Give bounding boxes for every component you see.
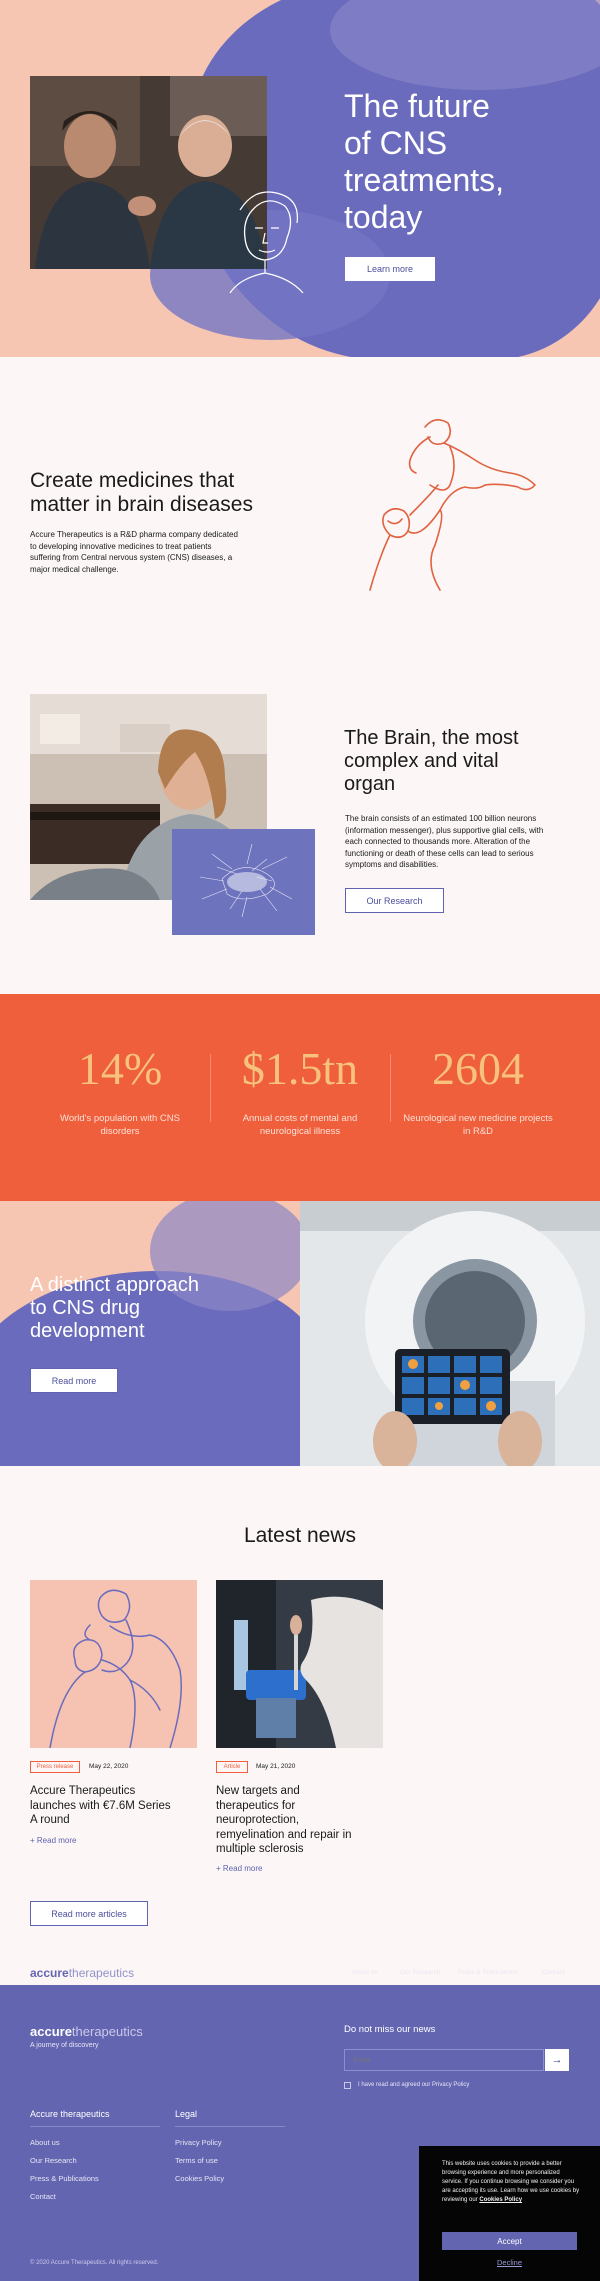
- footer-link-contact[interactable]: Contact: [30, 2192, 56, 2201]
- news-read-more-link[interactable]: + Read more: [216, 1864, 262, 1873]
- footer-divider: [30, 2126, 160, 2127]
- parent-child-line-illustration: [369, 419, 536, 591]
- neuron-image: [172, 829, 315, 935]
- brand-logo[interactable]: accuretherapeutics: [30, 1966, 134, 1980]
- nav-link-contact[interactable]: Contact: [542, 1969, 564, 1976]
- mission-title-line: Create medicines that: [30, 469, 235, 492]
- newsletter-title: Do not miss our news: [344, 2024, 436, 2035]
- brand-bar: accuretherapeutics About us Our Research…: [0, 1960, 600, 1985]
- stat-divider: [210, 1054, 211, 1122]
- footer-tagline: A journey of discovery: [30, 2042, 99, 2049]
- stat-divider: [390, 1054, 391, 1122]
- stat-label: Annual costs of mental and neurological …: [242, 1113, 358, 1137]
- footer-link-press[interactable]: Press & Publications: [30, 2174, 99, 2183]
- news-card-image[interactable]: [216, 1580, 383, 1748]
- footer-link-privacy[interactable]: Privacy Policy: [175, 2138, 222, 2147]
- cookie-policy-link[interactable]: Cookies Policy: [479, 2197, 522, 2203]
- nav-link-research[interactable]: Our Research: [400, 1969, 440, 1976]
- hero-section: The future of CNS treatments, today Lear…: [0, 0, 600, 357]
- news-section: Latest news Press release May 22, 2020 A…: [0, 1466, 600, 1960]
- consent-label: I have read and agreed our Privacy Polic…: [358, 2082, 470, 2088]
- mri-photo: [300, 1201, 600, 1466]
- consent-checkbox[interactable]: [344, 2082, 351, 2089]
- cookie-decline-button[interactable]: Decline: [442, 2258, 577, 2267]
- read-more-articles-button[interactable]: Read more articles: [30, 1901, 148, 1926]
- mission-title-line: matter in brain diseases: [30, 493, 253, 516]
- approach-title-line: development: [30, 1320, 145, 1342]
- brain-title-line: The Brain, the most: [344, 727, 519, 749]
- brain-title-line: complex and vital: [344, 750, 499, 772]
- approach-read-more-button[interactable]: Read more: [30, 1368, 118, 1393]
- news-title[interactable]: New targets and therapeutics for neuropr…: [216, 1784, 356, 1857]
- news-read-more-link[interactable]: + Read more: [30, 1836, 76, 1845]
- cookie-banner: This website uses cookies to provide a b…: [419, 2146, 600, 2281]
- news-date: May 22, 2020: [89, 1763, 129, 1770]
- logo-bold: accure: [30, 2024, 72, 2039]
- logo-light: therapeutics: [71, 2024, 143, 2039]
- news-date: May 21, 2020: [256, 1763, 296, 1770]
- news-tag: Article: [216, 1761, 248, 1773]
- nav-link-about[interactable]: About us: [352, 1969, 378, 1976]
- cookie-accept-button[interactable]: Accept: [442, 2232, 577, 2250]
- approach-title-line: to CNS drug: [30, 1297, 141, 1319]
- approach-title-line: A distinct approach: [30, 1274, 199, 1296]
- brain-body: The brain consists of an estimated 100 b…: [345, 814, 544, 869]
- footer-link-cookies[interactable]: Cookies Policy: [175, 2174, 224, 2183]
- hero-face-sketch: [229, 191, 304, 294]
- approach-section: A distinct approach to CNS drug developm…: [0, 1201, 600, 1466]
- newsletter-submit-button[interactable]: →: [545, 2049, 569, 2071]
- brain-title: The Brain, the most complex and vital or…: [344, 727, 574, 796]
- arrow-right-icon: →: [551, 2054, 563, 2066]
- logo-bold: accure: [30, 1966, 69, 1980]
- news-title[interactable]: Accure Therapeutics launches with €7.6M …: [30, 1784, 175, 1828]
- stat-value: 14%: [77, 1043, 163, 1094]
- hero-title-line: treatments,: [344, 162, 505, 198]
- news-heading: Latest news: [243, 1524, 357, 1547]
- hero-title: The future of CNS treatments, today: [344, 88, 584, 236]
- mission-title: Create medicines that matter in brain di…: [30, 469, 290, 517]
- hero-title-line: today: [344, 199, 423, 235]
- news-card-image[interactable]: [30, 1580, 197, 1748]
- cookie-text: This website uses cookies to provide a b…: [442, 2160, 582, 2205]
- approach-title: A distinct approach to CNS drug developm…: [30, 1274, 290, 1343]
- stat-value: $1.5tn: [241, 1043, 359, 1094]
- footer-divider: [175, 2126, 285, 2127]
- stat-label: Neurological new medicine projects in R&…: [403, 1113, 553, 1137]
- footer-col2-title: Legal: [175, 2109, 198, 2119]
- footer-link-terms[interactable]: Terms of use: [175, 2156, 218, 2165]
- footer-col1-title: Accure therapeutics: [30, 2109, 110, 2119]
- stat-value: 2604: [432, 1043, 524, 1094]
- stat-label: World's population with CNS disorders: [60, 1113, 180, 1137]
- mission-section: Create medicines that matter in brain di…: [0, 357, 600, 647]
- stats-section: 14% World's population with CNS disorder…: [0, 994, 600, 1201]
- newsletter-email-input[interactable]: [344, 2049, 544, 2071]
- hero-title-line: The future: [344, 88, 490, 124]
- nav-link-press[interactable]: Press & Publications: [458, 1969, 518, 1976]
- hero-title-line: of CNS: [344, 125, 448, 161]
- footer-logo[interactable]: accuretherapeutics: [30, 2024, 143, 2039]
- news-tag: Press release: [30, 1761, 80, 1773]
- mission-body: Accure Therapeutics is a R&D pharma comp…: [30, 530, 238, 574]
- footer-link-about[interactable]: About us: [30, 2138, 60, 2147]
- brain-section: The Brain, the most complex and vital or…: [0, 647, 600, 994]
- brain-title-line: organ: [344, 773, 396, 795]
- logo-light: therapeutics: [68, 1966, 135, 1980]
- our-research-button[interactable]: Our Research: [345, 888, 444, 913]
- learn-more-button[interactable]: Learn more: [345, 257, 435, 281]
- footer-link-research[interactable]: Our Research: [30, 2156, 77, 2165]
- copyright: © 2020 Accure Therapeutics. All rights r…: [30, 2260, 159, 2266]
